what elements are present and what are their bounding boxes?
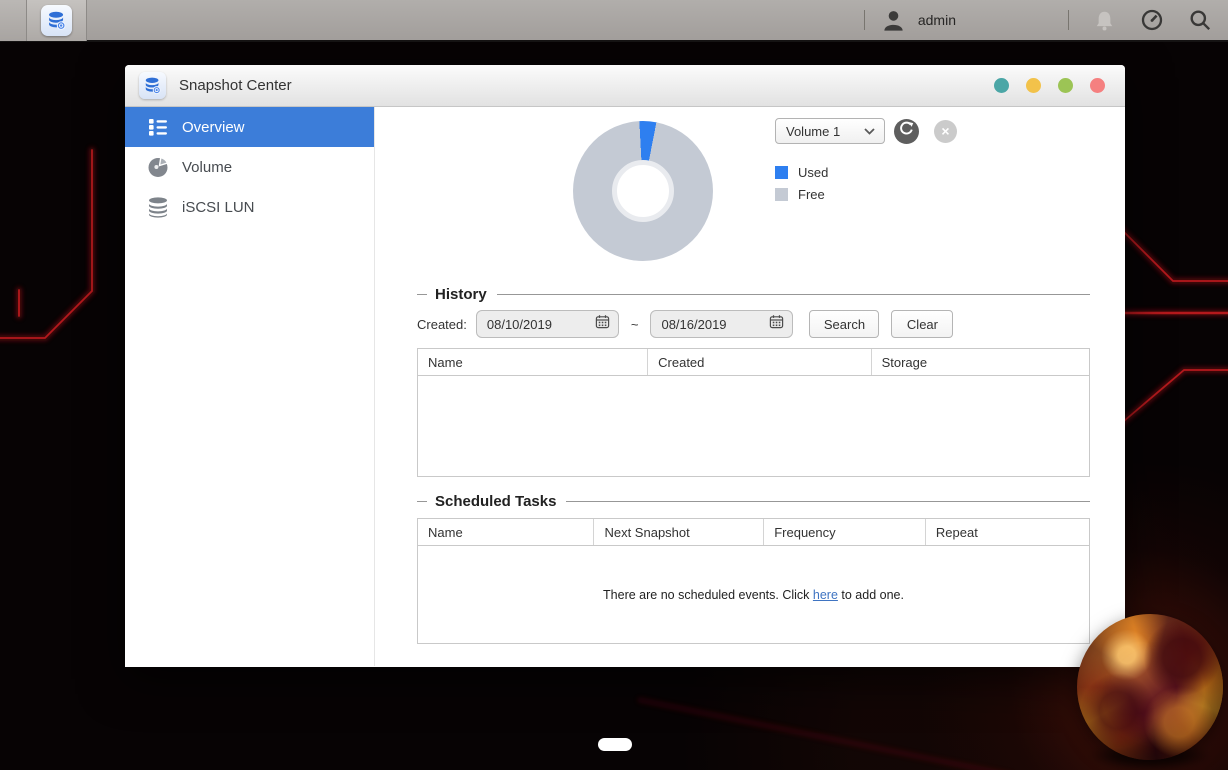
legend-swatch-free <box>775 188 788 201</box>
window-title: Snapshot Center <box>179 77 292 94</box>
section-rule <box>566 501 1090 502</box>
column-header-name[interactable]: Name <box>418 349 648 375</box>
column-header-frequency[interactable]: Frequency <box>764 519 926 545</box>
empty-state-message: There are no scheduled events. Click her… <box>603 588 904 602</box>
overview-list-icon <box>146 117 170 137</box>
snapshot-center-window: Snapshot Center <box>125 65 1125 667</box>
taskbar-corner-tile[interactable] <box>0 0 27 41</box>
empty-state-text: There are no scheduled events. Click <box>603 588 813 602</box>
clear-selection-button[interactable]: × <box>934 120 957 143</box>
scheduled-tasks-table-body-empty: There are no scheduled events. Click her… <box>418 546 1089 643</box>
history-table-body-empty <box>418 376 1089 476</box>
section-rule <box>417 501 427 502</box>
window-titlebar[interactable]: Snapshot Center <box>125 65 1125 107</box>
date-to-value: 08/16/2019 <box>661 317 769 332</box>
column-header-name[interactable]: Name <box>418 519 594 545</box>
legend-item-used: Used <box>775 161 957 183</box>
sidebar-item-overview[interactable]: Overview <box>125 107 374 147</box>
overview-panel: Volume 1 <box>375 107 1125 666</box>
iscsi-disks-icon <box>146 197 170 218</box>
refresh-icon <box>899 121 914 141</box>
history-section: History Created: 08/10/2019 <box>417 287 1090 477</box>
legend-item-free: Free <box>775 183 957 205</box>
legend-label: Used <box>798 165 828 180</box>
legend-label: Free <box>798 187 825 202</box>
bell-icon[interactable] <box>1093 9 1116 32</box>
legend-swatch-used <box>775 166 788 179</box>
column-header-created[interactable]: Created <box>648 349 871 375</box>
window-close-button[interactable] <box>1090 78 1105 93</box>
vendor-watermark-logo <box>1075 612 1227 770</box>
user-icon[interactable] <box>881 8 906 33</box>
refresh-button[interactable] <box>894 119 919 144</box>
taskbar: admin <box>0 0 1228 42</box>
volume-pie-icon <box>146 156 170 178</box>
clear-button[interactable]: Clear <box>891 310 953 338</box>
volume-usage-donut <box>573 121 713 261</box>
column-header-repeat[interactable]: Repeat <box>926 519 1089 545</box>
window-restore-button[interactable] <box>1026 78 1041 93</box>
snapshot-center-app-icon <box>41 5 72 36</box>
date-from-input[interactable]: 08/10/2019 <box>476 310 619 338</box>
logo-swirl-overlay <box>1077 614 1223 760</box>
history-table-header: Name Created Storage <box>418 349 1089 376</box>
column-header-storage[interactable]: Storage <box>872 349 1089 375</box>
search-button[interactable]: Search <box>809 310 879 338</box>
sidebar: Overview Volume <box>125 107 375 666</box>
logged-in-user-label[interactable]: admin <box>918 12 956 28</box>
history-section-title: History <box>435 286 487 303</box>
chevron-down-icon <box>864 122 875 140</box>
dock-indicator-pill[interactable] <box>598 738 632 751</box>
snapshot-center-app-icon <box>139 72 166 99</box>
date-range-separator: ~ <box>631 317 639 332</box>
window-controls <box>994 78 1105 93</box>
sidebar-item-iscsi-lun[interactable]: iSCSI LUN <box>125 187 374 227</box>
calendar-icon[interactable] <box>769 314 784 334</box>
volume-usage-chart-area: Volume 1 <box>375 107 1125 287</box>
section-rule <box>497 294 1090 295</box>
taskbar-divider <box>864 10 865 30</box>
taskbar-divider <box>1068 10 1069 30</box>
donut-hole <box>612 160 674 222</box>
taskbar-app-snapshot-center[interactable] <box>27 0 87 41</box>
history-table: Name Created Storage <box>417 348 1090 477</box>
scheduled-tasks-table-header: Name Next Snapshot Frequency Repeat <box>418 519 1089 546</box>
scheduled-tasks-section: Scheduled Tasks Name Next Snapshot Frequ… <box>417 494 1090 644</box>
section-rule <box>417 294 427 295</box>
add-schedule-link[interactable]: here <box>813 588 838 602</box>
date-from-value: 08/10/2019 <box>487 317 595 332</box>
sidebar-item-label: Overview <box>182 119 245 136</box>
sidebar-item-label: iSCSI LUN <box>182 199 255 216</box>
taskbar-right-group: admin <box>864 8 1228 33</box>
date-to-input[interactable]: 08/16/2019 <box>650 310 793 338</box>
close-icon: × <box>941 124 949 138</box>
empty-state-text: to add one. <box>838 588 904 602</box>
scheduled-tasks-section-title: Scheduled Tasks <box>435 493 556 510</box>
sidebar-item-label: Volume <box>182 159 232 176</box>
chart-legend: Used Free <box>775 161 957 205</box>
window-maximize-button[interactable] <box>1058 78 1073 93</box>
volume-select[interactable]: Volume 1 <box>775 118 885 144</box>
scheduled-tasks-table: Name Next Snapshot Frequency Repeat Ther… <box>417 518 1090 644</box>
volume-select-value: Volume 1 <box>786 124 864 139</box>
sidebar-item-volume[interactable]: Volume <box>125 147 374 187</box>
window-minimize-button[interactable] <box>994 78 1009 93</box>
created-label: Created: <box>417 317 467 332</box>
gauge-icon[interactable] <box>1140 8 1164 32</box>
search-icon[interactable] <box>1188 8 1212 32</box>
calendar-icon[interactable] <box>595 314 610 334</box>
column-header-next-snapshot[interactable]: Next Snapshot <box>594 519 764 545</box>
